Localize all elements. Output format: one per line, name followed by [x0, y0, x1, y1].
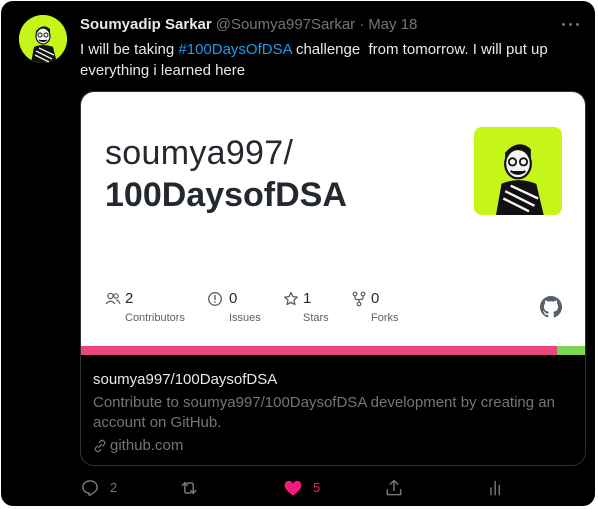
fork-icon [352, 291, 366, 307]
repo-name: 100DaysofDSA [105, 176, 347, 214]
tweet-text: I will be taking #100DaysOfDSA challenge… [80, 39, 570, 81]
handle[interactable]: @Soumya997Sarkar [216, 16, 355, 33]
avatar[interactable] [19, 15, 67, 63]
hashtag-link[interactable]: #100DaysOfDSA [178, 41, 291, 58]
language-segment [557, 346, 585, 355]
link-preview-card[interactable]: soumya997/ 100DaysofDSA 2 Contributors 0… [80, 91, 586, 466]
repo-avatar [474, 127, 562, 215]
reply-icon [82, 480, 98, 497]
repo-owner: soumya997/ [105, 134, 294, 172]
card-description: Contribute to soumya997/100DaysofDSA dev… [93, 394, 555, 431]
repo-avatar-illustration [474, 127, 562, 215]
tweet-header: Soumyadip Sarkar @Soumya997Sarkar · May 18 [80, 15, 417, 35]
card-info[interactable]: soumya997/100DaysofDSA Contribute to sou… [93, 370, 573, 456]
contributors-icon [105, 292, 121, 305]
github-icon [540, 296, 562, 318]
language-bar [81, 346, 585, 355]
star-icon [284, 291, 298, 306]
action-bar: 2 5 [80, 477, 580, 499]
avatar-illustration [19, 15, 67, 63]
issues-label: Issues [229, 312, 261, 324]
language-segment [81, 346, 558, 355]
issues-count: 0 [229, 290, 238, 307]
tweet[interactable]: Soumyadip Sarkar @Soumya997Sarkar · May 18 … [1, 1, 595, 506]
retweet-icon [181, 481, 197, 495]
analytics-icon [490, 480, 501, 496]
card-title[interactable]: soumya997/100DaysofDSA [93, 370, 573, 390]
separator-dot: · [359, 16, 365, 33]
tweet-date[interactable]: May 18 [368, 16, 417, 33]
forks-label: Forks [371, 312, 399, 324]
contributors-count: 2 [125, 290, 134, 307]
stars-label: Stars [303, 312, 329, 324]
stars-count: 1 [303, 290, 312, 307]
heart-icon [284, 480, 302, 496]
forks-count: 0 [371, 290, 380, 307]
display-name[interactable]: Soumyadip Sarkar [80, 16, 212, 33]
card-image[interactable]: soumya997/ 100DaysofDSA 2 Contributors 0… [81, 92, 585, 355]
issues-icon [208, 292, 222, 306]
reply-count: 2 [110, 480, 118, 495]
tweet-text-before: I will be taking [80, 41, 179, 58]
card-domain: github.com [93, 436, 573, 456]
link-icon [94, 439, 106, 453]
like-count: 5 [313, 480, 321, 495]
more-options-icon[interactable] [561, 17, 581, 33]
card-domain-text: github.com [110, 437, 184, 454]
share-icon [386, 479, 402, 496]
contributors-label: Contributors [125, 312, 185, 324]
